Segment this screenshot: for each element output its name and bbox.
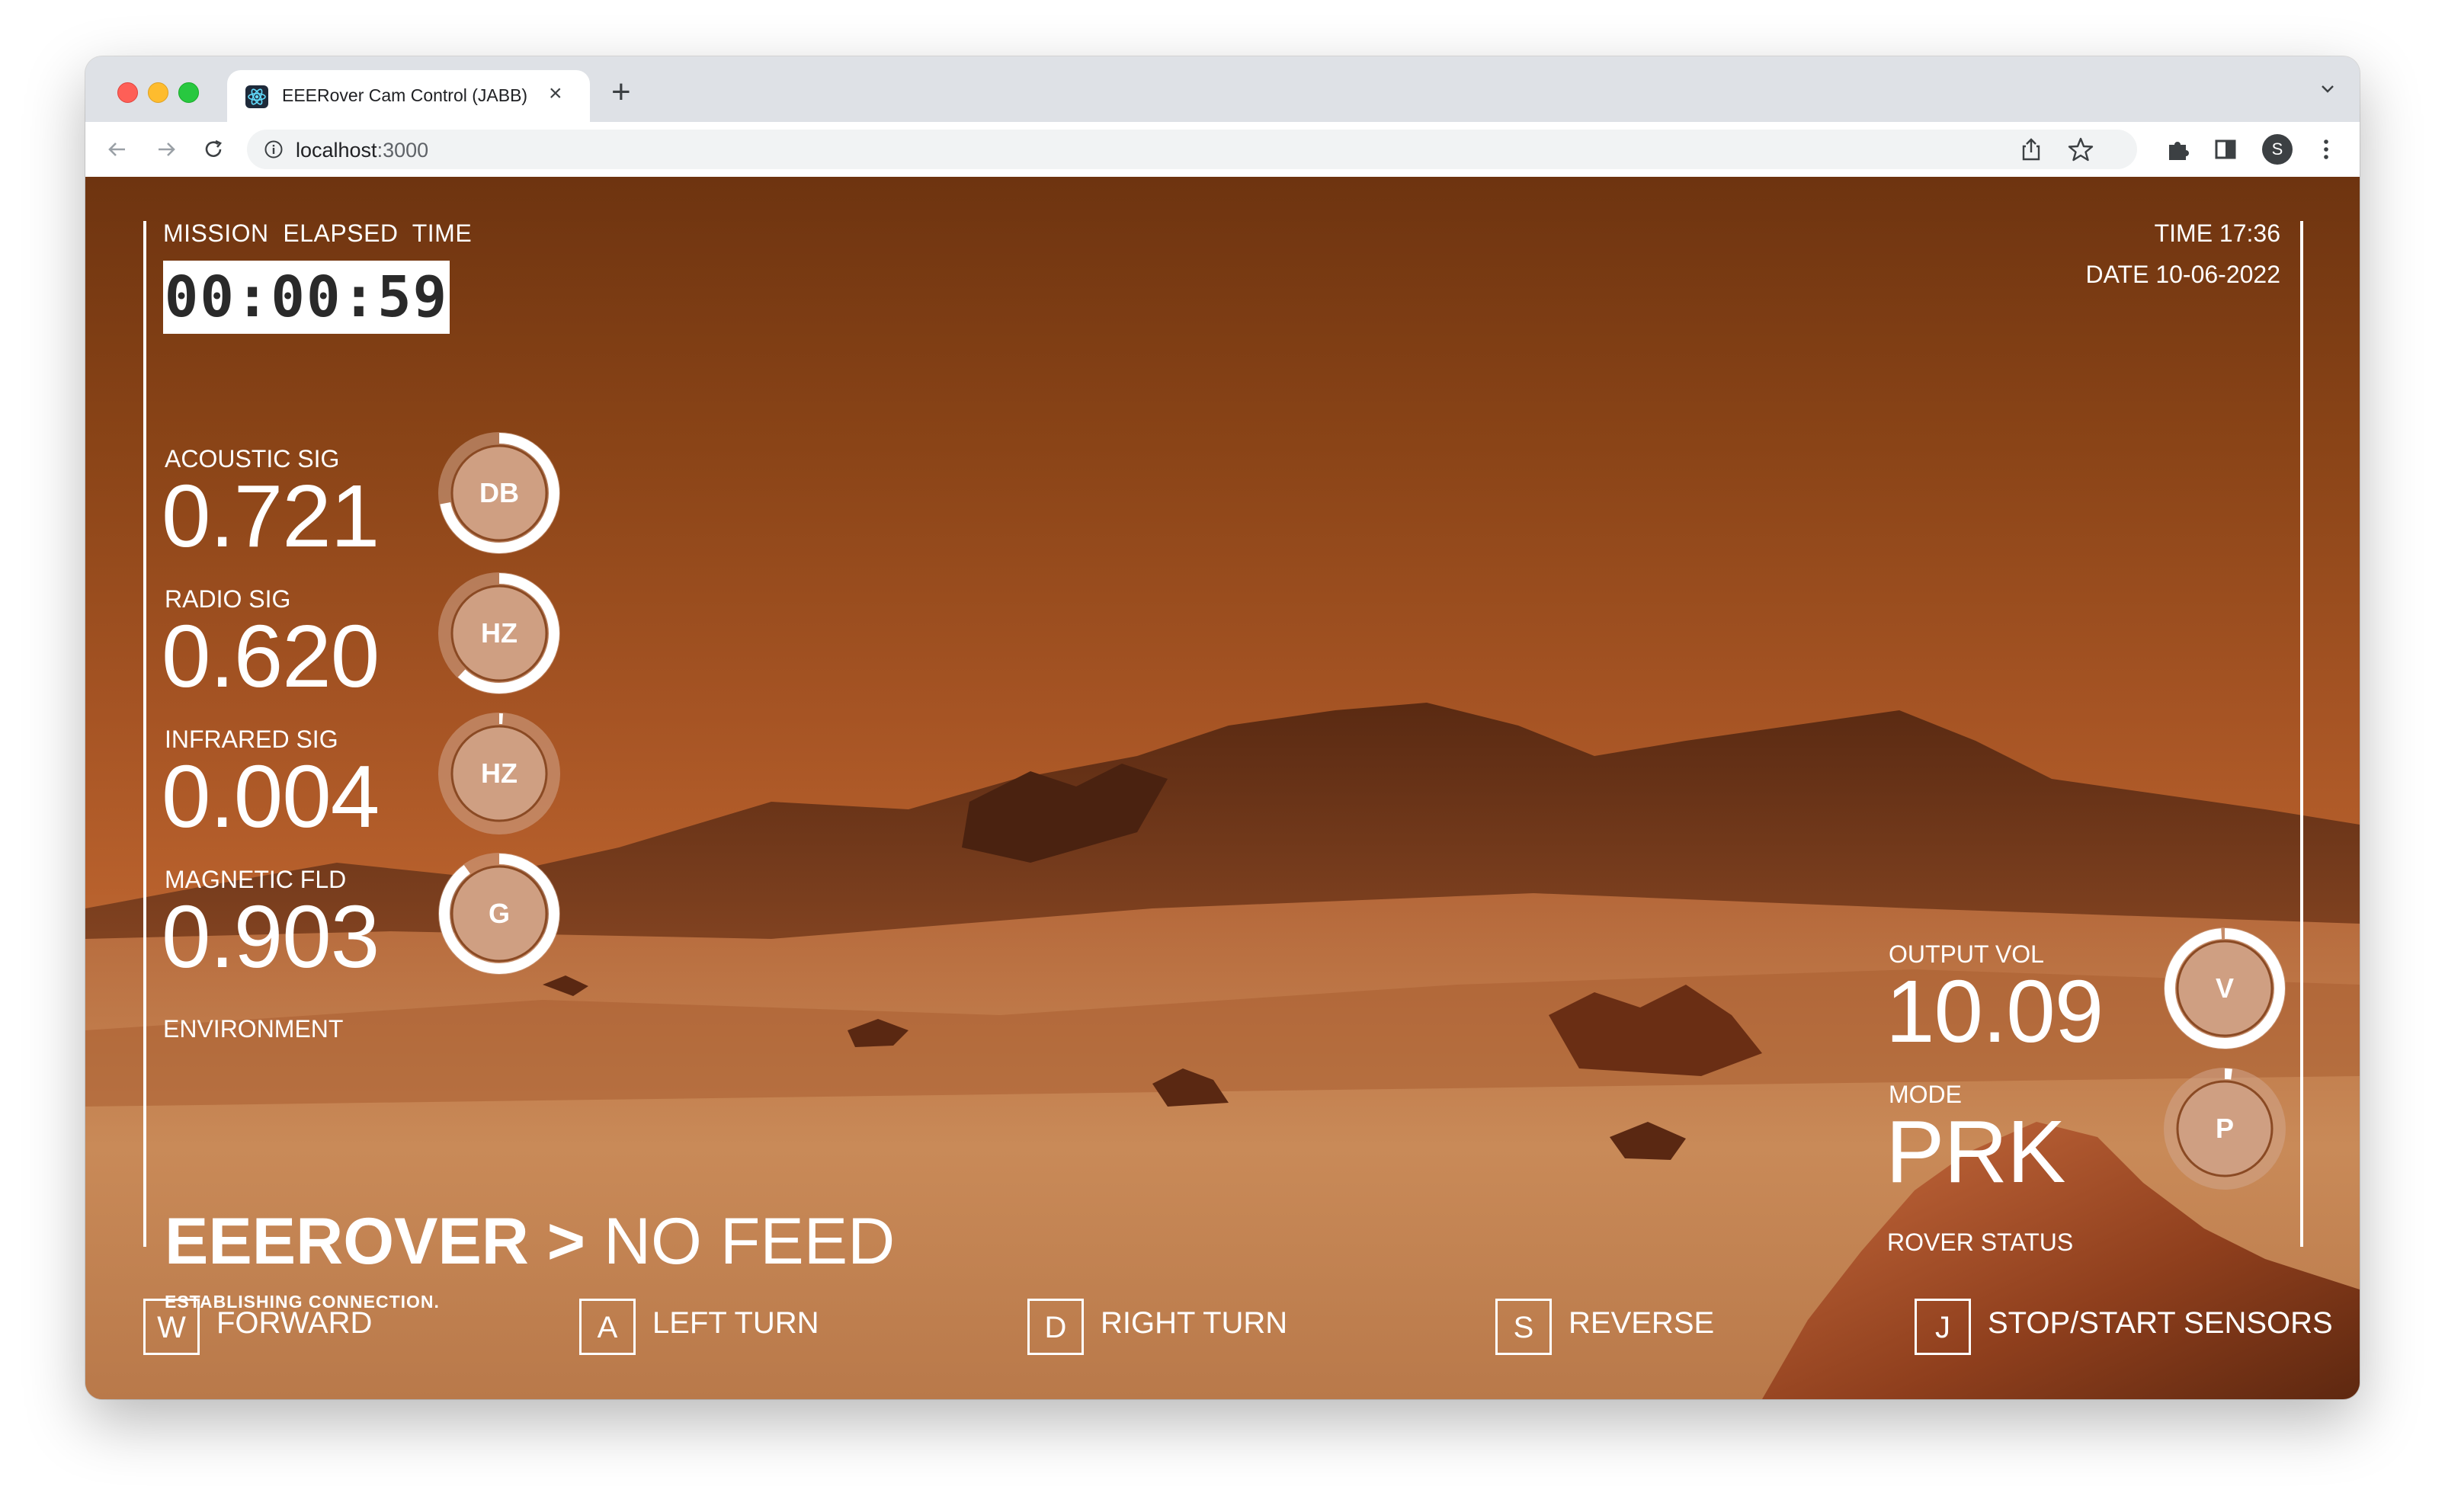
reverse-label: REVERSE bbox=[1569, 1306, 1715, 1340]
feed-headline: EEEROVER > NO FEED bbox=[165, 1204, 895, 1280]
tab-eeerover[interactable]: EEERover Cam Control (JABB) × bbox=[227, 70, 590, 122]
hud-overlay: MISSION ELAPSED TIME 00:00:59 TIME 17:36… bbox=[85, 177, 2360, 1399]
stop-start-sensors-label: STOP/START SENSORS bbox=[1988, 1306, 2333, 1340]
current-time: TIME 17:36 bbox=[2154, 219, 2280, 247]
feed-state: NO FEED bbox=[603, 1205, 896, 1278]
radio-gauge: HZ bbox=[436, 570, 562, 697]
new-tab-button[interactable]: + bbox=[611, 73, 631, 111]
infrared-gauge: HZ bbox=[436, 710, 562, 837]
left-frame-line bbox=[143, 221, 146, 1247]
radio-sig-value: 0.620 bbox=[162, 607, 380, 706]
url-text: localhost:3000 bbox=[296, 139, 429, 162]
right-turn-label: RIGHT TURN bbox=[1101, 1306, 1288, 1340]
radio-unit: HZ bbox=[481, 617, 518, 649]
feed-rover-name: EEEROVER > bbox=[165, 1205, 586, 1278]
forward-arrow-icon[interactable] bbox=[151, 134, 181, 165]
mission-elapsed-label: MISSION ELAPSED TIME bbox=[163, 219, 473, 247]
acoustic-gauge: DB bbox=[436, 430, 562, 556]
environment-label: ENVIRONMENT bbox=[163, 1015, 344, 1043]
mode-gauge: P bbox=[2161, 1065, 2288, 1192]
extensions-puzzle-icon[interactable] bbox=[2165, 136, 2192, 163]
forward-label: FORWARD bbox=[216, 1306, 373, 1340]
key-a-button[interactable]: A bbox=[579, 1299, 636, 1355]
mission-elapsed-timer: 00:00:59 bbox=[163, 261, 450, 334]
acoustic-unit: DB bbox=[479, 477, 519, 508]
left-turn-label: LEFT TURN bbox=[652, 1306, 819, 1340]
react-favicon-icon bbox=[245, 85, 268, 108]
right-frame-line bbox=[2300, 221, 2303, 1247]
zoom-window-button[interactable] bbox=[178, 82, 199, 103]
close-window-button[interactable] bbox=[117, 82, 138, 103]
reload-icon[interactable] bbox=[198, 134, 229, 165]
page-viewport: MISSION ELAPSED TIME 00:00:59 TIME 17:36… bbox=[85, 177, 2360, 1399]
output-vol-gauge: V bbox=[2161, 925, 2288, 1052]
back-arrow-icon[interactable] bbox=[102, 134, 133, 165]
key-j-button[interactable]: J bbox=[1915, 1299, 1971, 1355]
tab-search-chevron-icon[interactable] bbox=[2318, 79, 2337, 98]
acoustic-sig-value: 0.721 bbox=[162, 466, 380, 565]
minimize-window-button[interactable] bbox=[148, 82, 168, 103]
profile-avatar[interactable]: S bbox=[2262, 134, 2293, 165]
magnetic-gauge: G bbox=[436, 850, 562, 977]
mode-value: PRK bbox=[1886, 1102, 2066, 1201]
browser-window: EEERover Cam Control (JABB) × + localhos… bbox=[85, 56, 2360, 1399]
rover-status-label: ROVER STATUS bbox=[1887, 1228, 2074, 1256]
current-date: DATE 10-06-2022 bbox=[2085, 261, 2280, 288]
side-panel-icon[interactable] bbox=[2212, 136, 2239, 163]
browser-toolbar: localhost:3000 S bbox=[85, 122, 2360, 178]
site-info-icon[interactable] bbox=[264, 139, 284, 159]
share-icon[interactable] bbox=[2018, 136, 2044, 163]
more-menu-icon[interactable] bbox=[2312, 136, 2340, 163]
key-s-button[interactable]: S bbox=[1495, 1299, 1552, 1355]
mode-unit: P bbox=[2215, 1113, 2234, 1144]
infrared-sig-value: 0.004 bbox=[162, 747, 380, 846]
magnetic-fld-value: 0.903 bbox=[162, 887, 380, 986]
key-w-button[interactable]: W bbox=[143, 1299, 200, 1355]
output-vol-value: 10.09 bbox=[1886, 962, 2104, 1061]
tab-strip: EEERover Cam Control (JABB) × + bbox=[85, 56, 2360, 122]
tab-title: EEERover Cam Control (JABB) bbox=[282, 85, 528, 105]
key-d-button[interactable]: D bbox=[1027, 1299, 1084, 1355]
output-vol-unit: V bbox=[2215, 972, 2234, 1004]
address-bar[interactable]: localhost:3000 bbox=[247, 130, 2137, 169]
bookmark-star-icon[interactable] bbox=[2067, 136, 2094, 163]
infrared-unit: HZ bbox=[481, 758, 518, 789]
tab-close-icon[interactable]: × bbox=[549, 81, 562, 107]
magnetic-unit: G bbox=[488, 898, 510, 929]
